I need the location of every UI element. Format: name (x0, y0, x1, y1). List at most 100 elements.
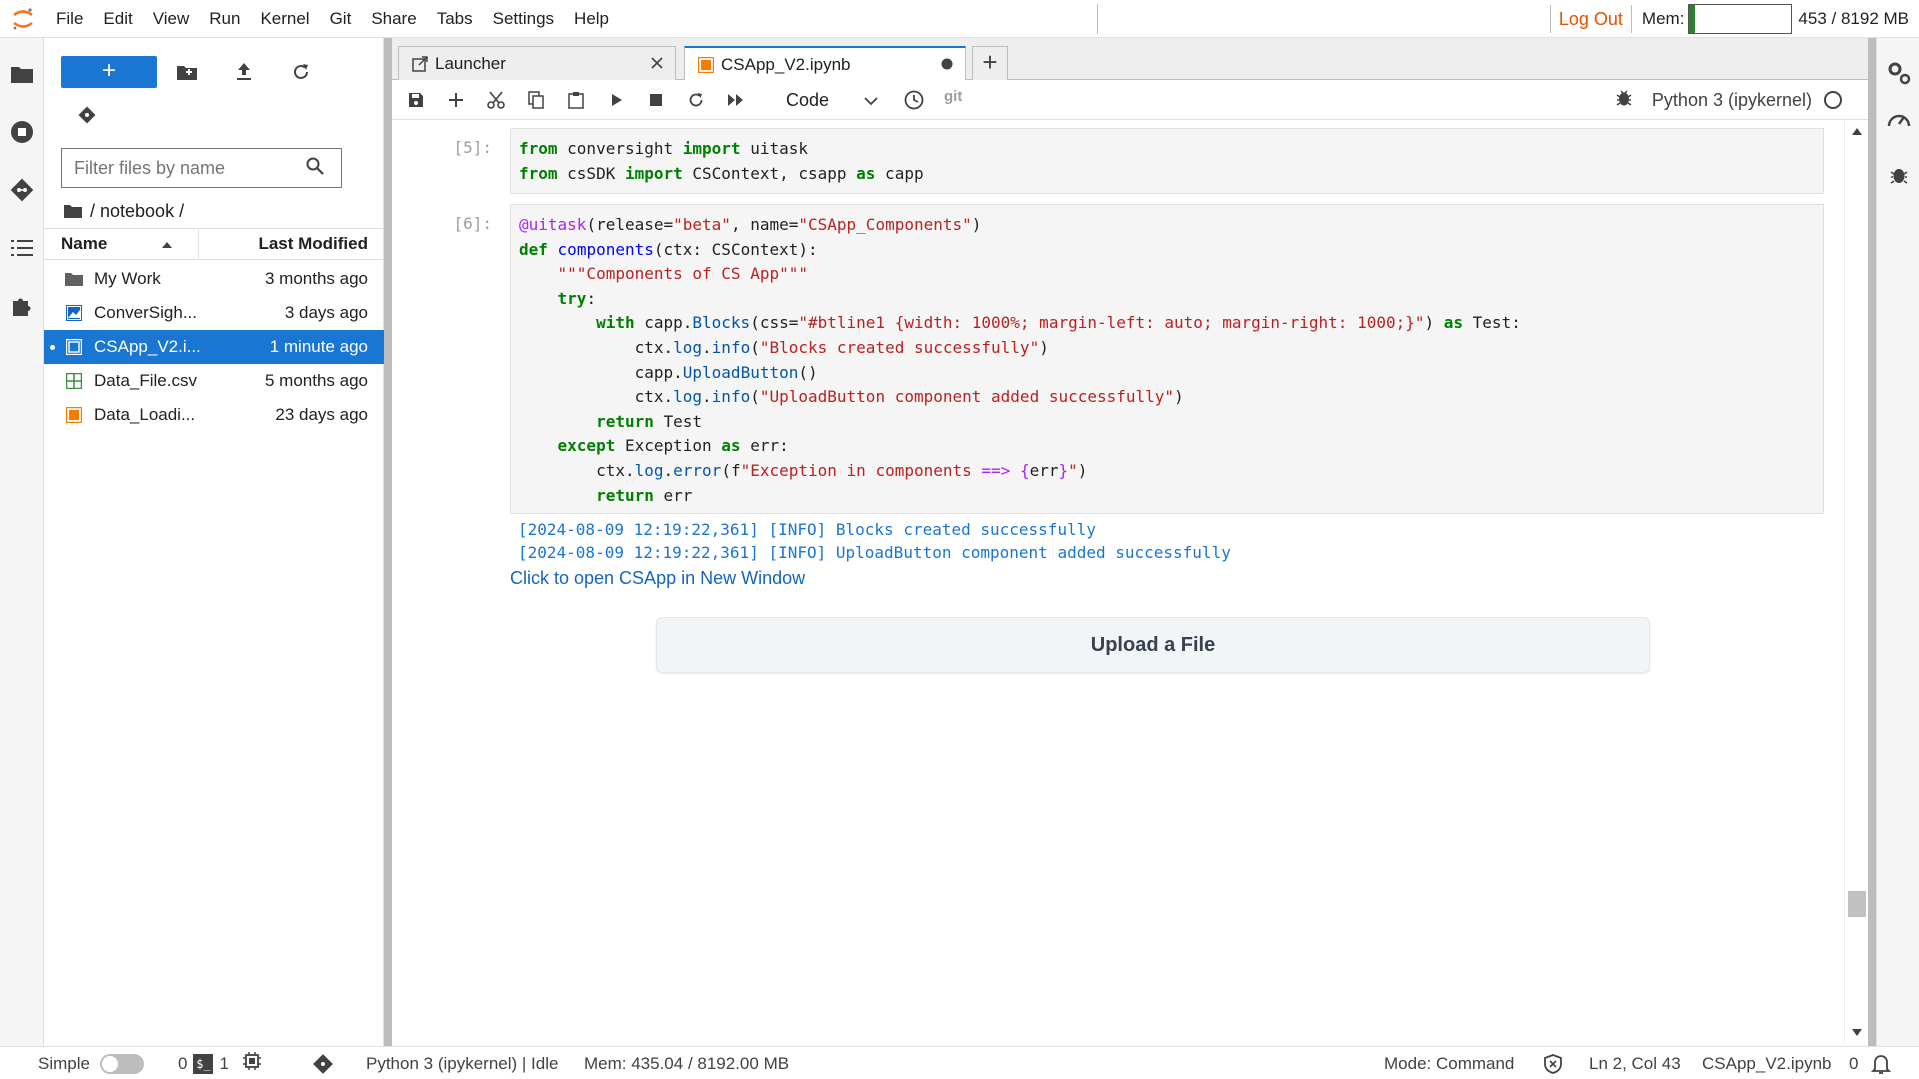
file-filter-field[interactable] (61, 148, 342, 188)
restart-icon[interactable] (680, 86, 712, 114)
add-cell-icon[interactable] (440, 86, 472, 114)
new-launcher-button[interactable]: + (61, 56, 157, 88)
memory-status: Mem: 435.04 / 8192.00 MB (584, 1053, 790, 1073)
file-filter-input[interactable] (62, 157, 302, 179)
menu-bar: File Edit View Run Kernel Git Share Tabs… (0, 0, 1919, 38)
menu-view[interactable]: View (143, 0, 200, 38)
chevron-down-icon[interactable] (864, 94, 878, 112)
memory-usage-bar (1688, 4, 1793, 34)
notebook-scrollbar[interactable] (1844, 120, 1868, 1044)
memory-usage-text: 453 / 8192 MB (1798, 9, 1909, 28)
memory-usage-fill (1689, 5, 1696, 33)
file-modified: 23 days ago (275, 405, 368, 424)
stop-icon[interactable] (640, 86, 672, 114)
upload-file-button[interactable]: Upload a File (656, 617, 1650, 673)
running-sessions-icon[interactable] (0, 108, 44, 156)
menu-run[interactable]: Run (199, 0, 250, 38)
notebook-icon (64, 405, 84, 425)
menu-share[interactable]: Share (361, 0, 426, 38)
unsaved-dot-icon[interactable] (939, 56, 955, 72)
right-activity-bar (1876, 38, 1919, 1046)
menu-settings[interactable]: Settings (483, 0, 564, 38)
menu-kernel[interactable]: Kernel (250, 0, 319, 38)
security-shield-icon[interactable] (1544, 1047, 1562, 1079)
resource-usage-gauge-icon[interactable] (1877, 96, 1919, 142)
new-folder-icon[interactable] (172, 58, 202, 86)
save-icon[interactable] (400, 86, 432, 114)
panel-divider[interactable] (384, 38, 392, 1046)
tab-launcher[interactable]: Launcher (398, 46, 676, 80)
code-editor[interactable]: from conversight import uitask from csSD… (510, 128, 1824, 194)
launcher-icon (411, 55, 429, 73)
simple-mode-toggle[interactable]: Simple (38, 1047, 144, 1079)
scroll-up-arrow-icon[interactable] (1852, 128, 1862, 135)
git-branch-icon[interactable] (312, 1047, 334, 1079)
open-app-link[interactable]: Click to open CSApp in New Window (510, 568, 805, 589)
run-icon[interactable] (600, 86, 632, 114)
menu-edit[interactable]: Edit (93, 0, 142, 38)
column-header-name[interactable]: Name (44, 229, 199, 259)
tab-csapp-v2[interactable]: CSApp_V2.ipynb (684, 46, 966, 81)
column-name-label: Name (61, 234, 108, 253)
cut-icon[interactable] (480, 86, 512, 114)
close-icon[interactable] (649, 55, 665, 71)
add-tab-button[interactable]: + (972, 46, 1008, 80)
table-of-contents-icon[interactable] (0, 224, 44, 272)
property-inspector-gears-icon[interactable] (1877, 50, 1919, 96)
debugger-bug-icon[interactable] (1616, 89, 1632, 112)
refresh-icon[interactable] (286, 58, 316, 86)
breadcrumb[interactable]: / notebook / (64, 196, 184, 226)
jupyter-logo-icon (0, 0, 46, 38)
file-row-data-file-csv[interactable]: Data_File.csv 5 months ago (44, 364, 384, 398)
image-icon (64, 303, 84, 323)
folder-icon (64, 205, 82, 218)
file-row-my-work[interactable]: My Work 3 months ago (44, 262, 384, 296)
document-tab-bar: Launcher CSApp_V2.ipynb + (392, 38, 1868, 81)
notification-count: 0 (1849, 1053, 1859, 1073)
toggle-switch[interactable] (99, 1053, 144, 1074)
debugger-bug-icon[interactable] (1877, 152, 1919, 198)
code-editor[interactable]: @uitask(release="beta", name="CSApp_Comp… (510, 204, 1824, 514)
history-clock-icon[interactable] (898, 86, 930, 114)
column-header-last-modified[interactable]: Last Modified (199, 234, 384, 254)
file-modified: 3 days ago (284, 303, 368, 322)
terminals-and-kernels-indicator[interactable]: 0 $_ 1 (178, 1047, 261, 1079)
kernel-name[interactable]: Python 3 (ipykernel) (1652, 90, 1812, 111)
file-row-data-loading[interactable]: Data_Loadi... 23 days ago (44, 398, 384, 432)
right-panel-divider[interactable] (1868, 38, 1876, 1046)
fast-forward-icon[interactable] (720, 86, 752, 114)
file-row-conversight[interactable]: ConverSigh... 3 days ago (44, 296, 384, 330)
folder-icon[interactable] (0, 50, 44, 98)
file-modified: 3 months ago (264, 269, 368, 288)
spreadsheet-icon (64, 371, 84, 391)
file-row-csapp-v2[interactable]: CSApp_V2.i... 1 minute ago (44, 330, 384, 364)
scroll-down-arrow-icon[interactable] (1852, 1029, 1862, 1036)
menu-file[interactable]: File (46, 0, 93, 38)
breadcrumb-path[interactable]: / notebook / (90, 201, 184, 222)
file-modified: 1 minute ago (269, 337, 368, 356)
upload-icon[interactable] (229, 58, 259, 86)
scrollbar-thumb[interactable] (1848, 891, 1866, 917)
current-filename: CSApp_V2.ipynb (1702, 1053, 1832, 1073)
file-list-header: Name Last Modified (44, 228, 384, 260)
cursor-position[interactable]: Ln 2, Col 43 (1589, 1047, 1681, 1079)
kernel-status[interactable]: Python 3 (ipykernel) | Idle (366, 1047, 558, 1079)
menu-git[interactable]: Git (320, 0, 362, 38)
logout-button[interactable]: Log Out (1549, 5, 1631, 33)
menu-tabs[interactable]: Tabs (427, 0, 483, 38)
bell-icon[interactable] (1871, 1047, 1891, 1079)
menu-divider (1097, 4, 1098, 34)
kernel-indicator[interactable]: Python 3 (ipykernel) (1616, 86, 1842, 114)
left-activity-bar (0, 38, 44, 1046)
copy-icon[interactable] (520, 86, 552, 114)
git-diff-label[interactable]: git (944, 88, 962, 105)
notebook-icon (64, 337, 84, 357)
cell-prompt: [6]: (453, 214, 492, 233)
kernel-count: 1 (219, 1053, 229, 1073)
paste-icon[interactable] (560, 86, 592, 114)
git-icon[interactable] (0, 166, 44, 214)
git-clone-icon[interactable] (72, 100, 102, 130)
menu-help[interactable]: Help (564, 0, 619, 38)
sort-ascending-icon (162, 242, 172, 248)
extensions-puzzle-icon[interactable] (0, 282, 44, 330)
